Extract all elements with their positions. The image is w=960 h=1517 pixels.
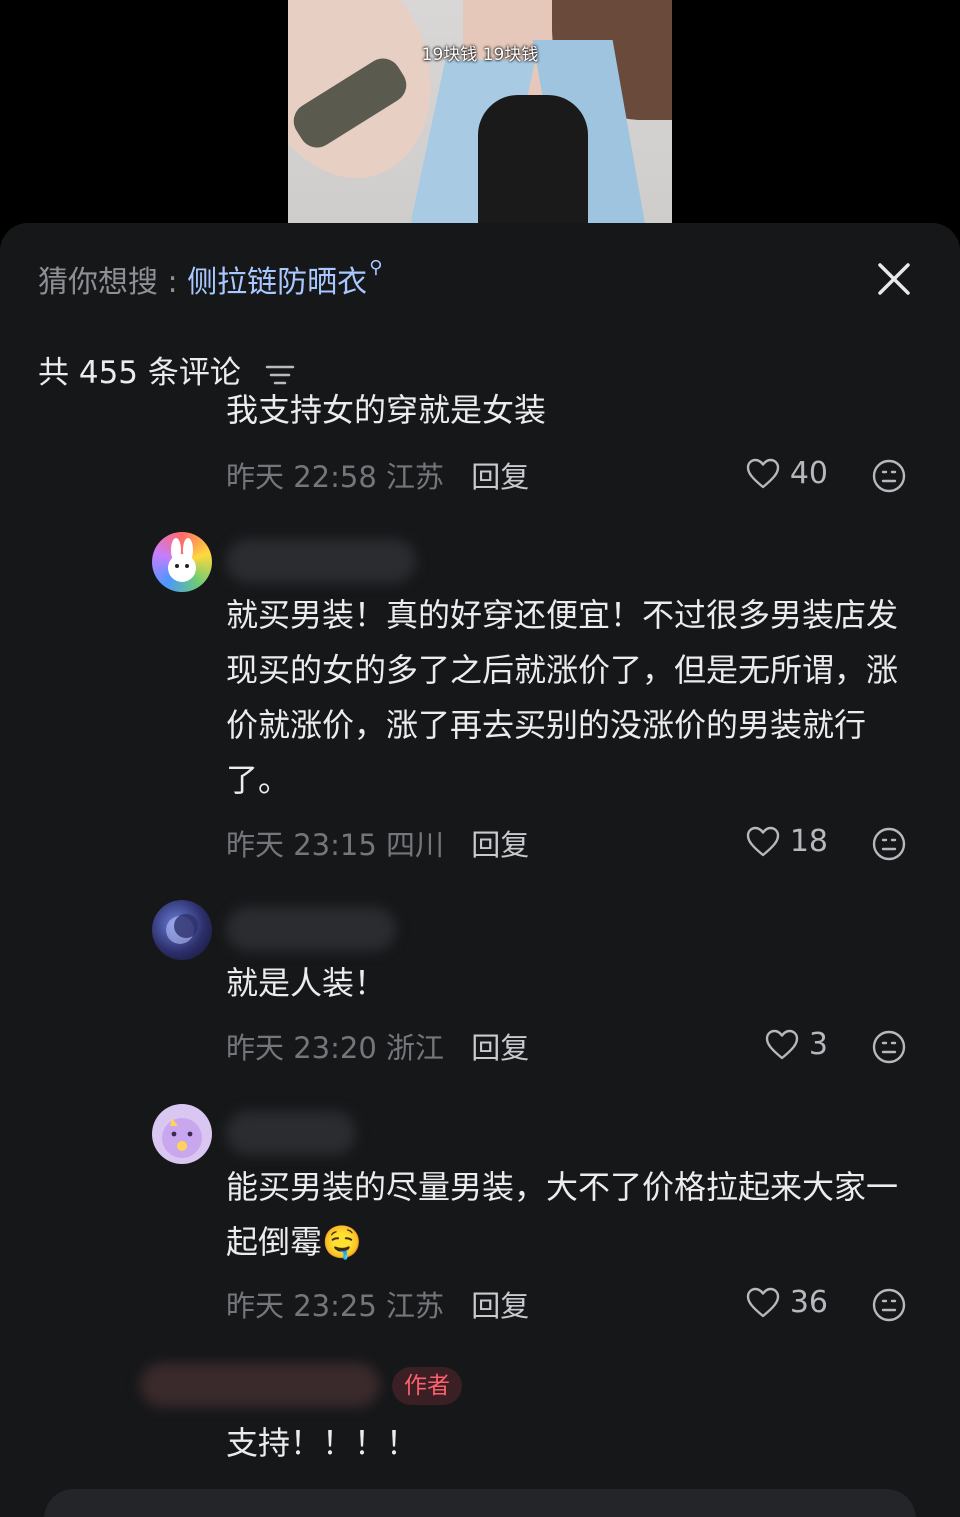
comment-location: 四川 <box>386 828 445 862</box>
moon-avatar-icon <box>166 914 198 944</box>
emoji-reaction-icon[interactable] <box>872 1288 906 1322</box>
reply-button[interactable]: 回复 <box>471 1289 529 1323</box>
like-count: 36 <box>789 1285 828 1320</box>
suggestion-term[interactable]: 侧拉链防晒衣 <box>187 265 367 300</box>
comment-date: 昨天 <box>226 828 285 862</box>
like-count: 3 <box>808 1027 828 1062</box>
video-caption: 19块钱 19块钱 <box>421 45 539 65</box>
monster-avatar-icon <box>162 1118 202 1158</box>
comment-sheet: 猜你想搜 : 侧拉链防晒衣 ⚲ 共 455 条评论 我支持女的穿就是女装 昨天 2… <box>0 223 960 1517</box>
username-blurred[interactable] <box>226 907 396 951</box>
comment-text: 能买男装的尽量男装，大不了价格拉起来大家一起倒霉🤤 <box>226 1160 906 1270</box>
comment-meta: 昨天 22:58 江苏 回复 <box>226 454 529 496</box>
emoji-reaction-icon[interactable] <box>872 827 906 861</box>
comment-date: 昨天 <box>226 460 285 494</box>
emoji-reaction-icon[interactable] <box>872 1030 906 1064</box>
heart-icon <box>765 1029 799 1059</box>
comment-time: 23:20 <box>293 1031 377 1065</box>
comment-text: 就是人装！ <box>226 964 387 1002</box>
comment-time: 22:58 <box>293 460 377 494</box>
avatar[interactable] <box>152 532 212 592</box>
comment-meta: 昨天 23:20 浙江 回复 <box>226 1025 529 1067</box>
like-count: 18 <box>789 824 828 859</box>
drooling-emoji-icon: 🤤 <box>322 1223 362 1261</box>
heart-icon <box>746 1287 780 1317</box>
username-blurred[interactable] <box>226 539 416 583</box>
search-suggestion[interactable]: 猜你想搜 : 侧拉链防晒衣 ⚲ <box>38 257 382 301</box>
reply-button[interactable]: 回复 <box>471 460 529 494</box>
comment-time: 23:25 <box>293 1289 377 1323</box>
comment-count-text: 共 455 条评论 <box>38 355 241 391</box>
like-button[interactable]: 18 <box>746 824 828 859</box>
username-blurred[interactable] <box>140 1363 380 1407</box>
search-icon: ⚲ <box>369 257 383 278</box>
close-icon <box>878 263 910 295</box>
emoji-reaction-icon[interactable] <box>872 459 906 493</box>
comment-meta: 昨天 23:15 四川 回复 <box>226 822 529 864</box>
comment-time: 23:15 <box>293 828 377 862</box>
video-preview[interactable]: 19块钱 19块钱 <box>288 0 672 223</box>
like-button[interactable]: 40 <box>746 456 828 491</box>
comment-date: 昨天 <box>226 1289 285 1323</box>
suggestion-label: 猜你想搜 : <box>38 265 188 300</box>
heart-icon <box>746 826 780 856</box>
reply-button[interactable]: 回复 <box>471 828 529 862</box>
author-badge: 作者 <box>392 1367 462 1405</box>
avatar[interactable] <box>152 900 212 960</box>
like-button[interactable]: 3 <box>765 1027 828 1062</box>
comment-location: 江苏 <box>386 1289 445 1323</box>
comment-input[interactable] <box>44 1489 916 1517</box>
video-top <box>478 95 588 223</box>
comment-meta: 昨天 23:25 江苏 回复 <box>226 1283 529 1325</box>
close-button[interactable] <box>872 257 916 301</box>
comment-date: 昨天 <box>226 1031 285 1065</box>
username-blurred[interactable] <box>226 1111 356 1155</box>
comment-text: 我支持女的穿就是女装 <box>226 391 547 429</box>
comment-text: 就买男装！真的好穿还便宜！不过很多男装店发现买的女的多了之后就涨价了，但是无所谓… <box>226 596 899 799</box>
comment-text: 支持！！！！ <box>226 1424 419 1462</box>
like-count: 40 <box>789 456 828 491</box>
rabbit-avatar-icon <box>168 538 196 582</box>
comment-location: 浙江 <box>386 1031 445 1065</box>
comment-location: 江苏 <box>386 460 445 494</box>
reply-button[interactable]: 回复 <box>471 1031 529 1065</box>
like-button[interactable]: 36 <box>746 1285 828 1320</box>
heart-icon <box>746 458 780 488</box>
avatar[interactable] <box>152 1104 212 1164</box>
